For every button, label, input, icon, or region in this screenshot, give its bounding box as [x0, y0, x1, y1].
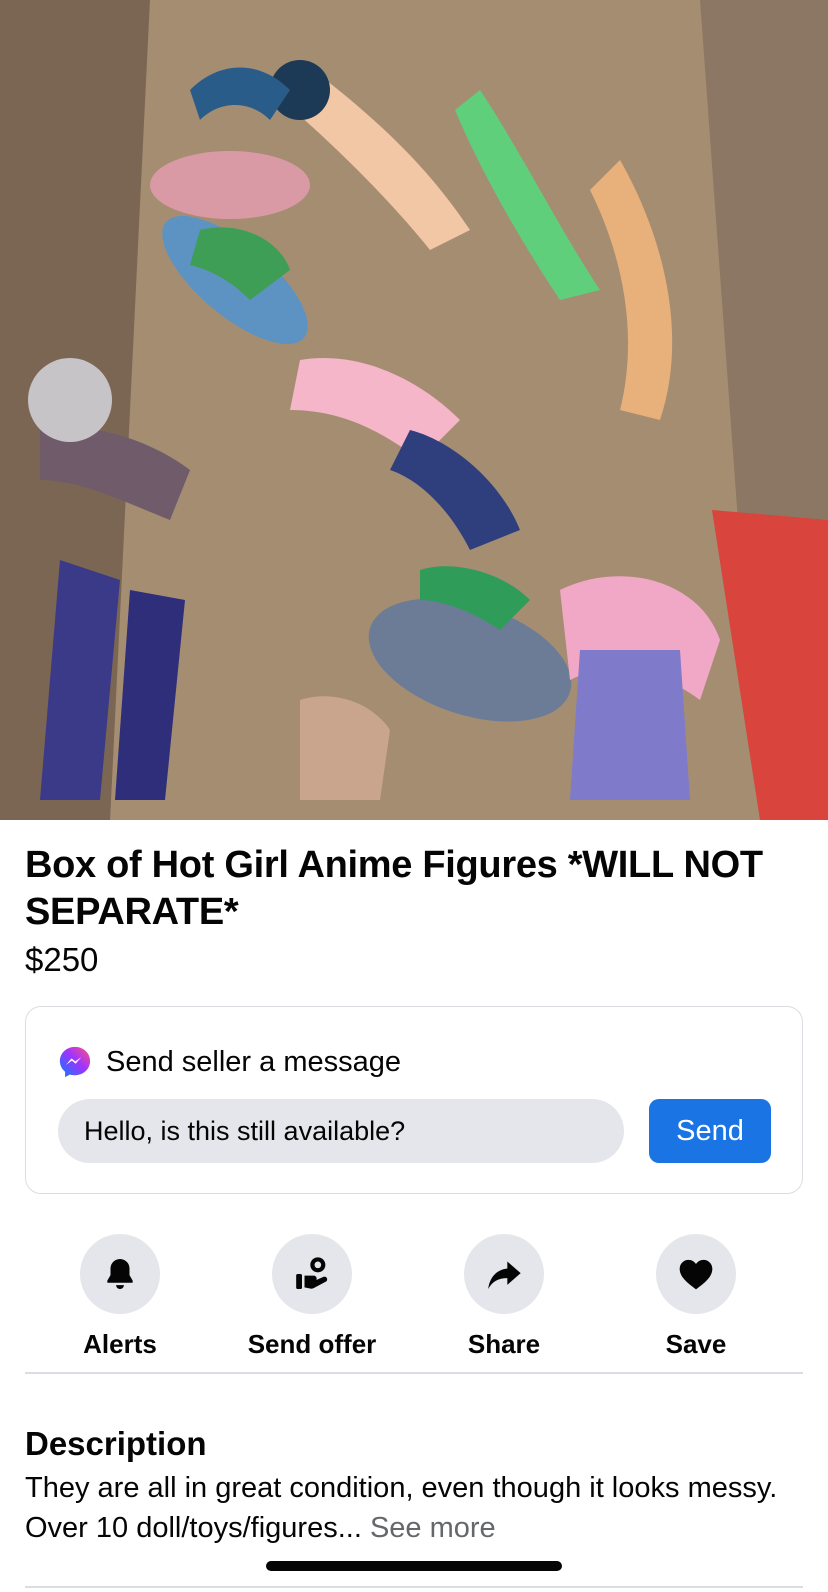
message-card-heading: Send seller a message [106, 1046, 401, 1078]
message-seller-card: Send seller a message Send [25, 1006, 803, 1194]
send-offer-button[interactable]: Send offer [217, 1234, 407, 1360]
send-offer-label: Send offer [247, 1329, 377, 1359]
share-icon-circle[interactable] [464, 1234, 544, 1314]
bell-icon [107, 1258, 133, 1290]
description-heading: Description [25, 1425, 207, 1462]
listing-title: Box of Hot Girl Anime Figures *WILL NOT … [25, 844, 763, 933]
listing-photo-illustration [0, 0, 828, 820]
listing-price: $250 [25, 941, 99, 978]
offer-icon [296, 1257, 328, 1289]
section-divider [25, 1372, 803, 1374]
heart-icon [679, 1259, 713, 1290]
alerts-icon-circle[interactable] [80, 1234, 160, 1314]
action-bar: Alerts Send offer Share Save [0, 1234, 828, 1364]
send-button[interactable]: Send [649, 1099, 771, 1163]
messenger-icon [59, 1046, 91, 1078]
description-text: They are all in great condition, even th… [25, 1468, 805, 1548]
see-more-link[interactable]: See more [370, 1512, 496, 1544]
section-divider-bottom [25, 1586, 803, 1588]
save-button[interactable]: Save [601, 1234, 791, 1360]
alerts-label: Alerts [83, 1329, 157, 1359]
message-input[interactable] [58, 1099, 624, 1163]
share-icon [488, 1261, 521, 1289]
save-label: Save [665, 1329, 727, 1359]
alerts-button[interactable]: Alerts [25, 1234, 215, 1360]
send-offer-icon-circle[interactable] [272, 1234, 352, 1314]
share-button[interactable]: Share [409, 1234, 599, 1360]
save-icon-circle[interactable] [656, 1234, 736, 1314]
listing-photo[interactable] [0, 0, 828, 820]
message-card-header: Send seller a message [58, 1045, 401, 1079]
share-label: Share [467, 1329, 541, 1359]
home-indicator[interactable] [266, 1561, 562, 1571]
